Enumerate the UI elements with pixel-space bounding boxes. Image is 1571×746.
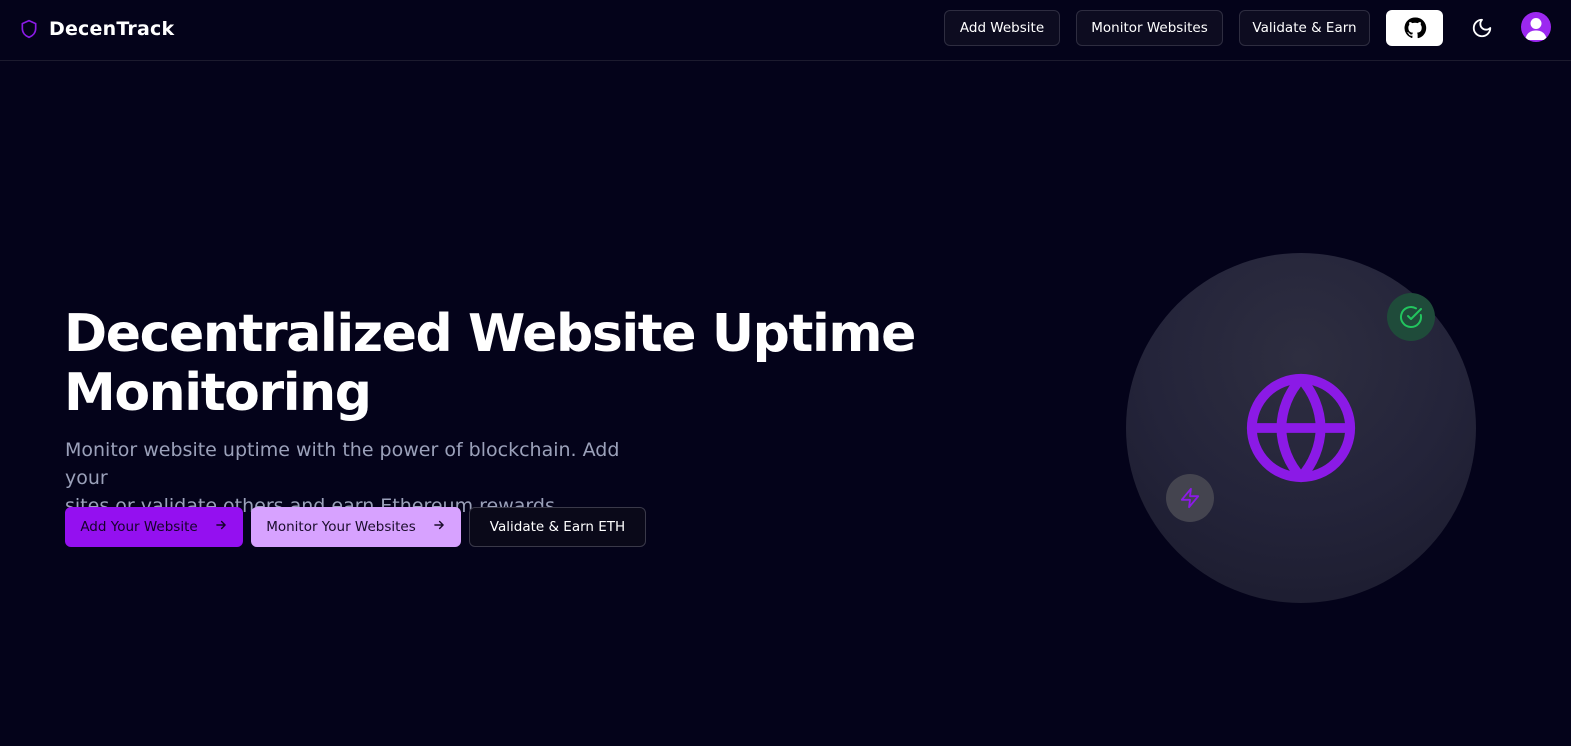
hero-title-line-1: Decentralized Website Uptime xyxy=(64,304,916,364)
monitor-your-websites-label: Monitor Your Websites xyxy=(266,519,416,535)
github-icon xyxy=(1404,17,1426,39)
monitor-your-websites-button[interactable]: Monitor Your Websites xyxy=(251,507,461,547)
nav-monitor-websites-button[interactable]: Monitor Websites xyxy=(1076,10,1223,46)
zap-badge xyxy=(1166,474,1214,522)
globe-icon xyxy=(1246,373,1356,483)
shield-icon xyxy=(21,19,37,39)
check-circle-icon xyxy=(1400,306,1422,328)
nav-validate-earn-button[interactable]: Validate & Earn xyxy=(1239,10,1370,46)
nav-add-website-button[interactable]: Add Website xyxy=(944,10,1060,46)
hero-title-line-2: Monitoring xyxy=(64,363,372,423)
arrow-right-icon xyxy=(214,518,228,536)
validate-earn-eth-button[interactable]: Validate & Earn ETH xyxy=(469,507,646,547)
hero-subtitle-line-1: Monitor website uptime with the power of… xyxy=(65,439,620,489)
theme-toggle-button[interactable] xyxy=(1467,13,1497,43)
brand-name: DecenTrack xyxy=(49,18,175,40)
arrow-right-icon xyxy=(432,518,446,536)
hero-title: Decentralized Website Uptime Monitoring xyxy=(64,305,924,423)
github-button[interactable] xyxy=(1386,10,1443,46)
user-avatar[interactable] xyxy=(1521,12,1551,42)
add-your-website-label: Add Your Website xyxy=(80,519,198,535)
zap-icon xyxy=(1180,487,1200,509)
moon-icon xyxy=(1472,18,1492,38)
add-your-website-button[interactable]: Add Your Website xyxy=(65,507,243,547)
check-badge xyxy=(1387,293,1435,341)
brand-logo[interactable]: DecenTrack xyxy=(19,16,174,42)
navbar: DecenTrack Add Website Monitor Websites … xyxy=(0,0,1571,61)
user-avatar-icon xyxy=(1525,18,1547,40)
